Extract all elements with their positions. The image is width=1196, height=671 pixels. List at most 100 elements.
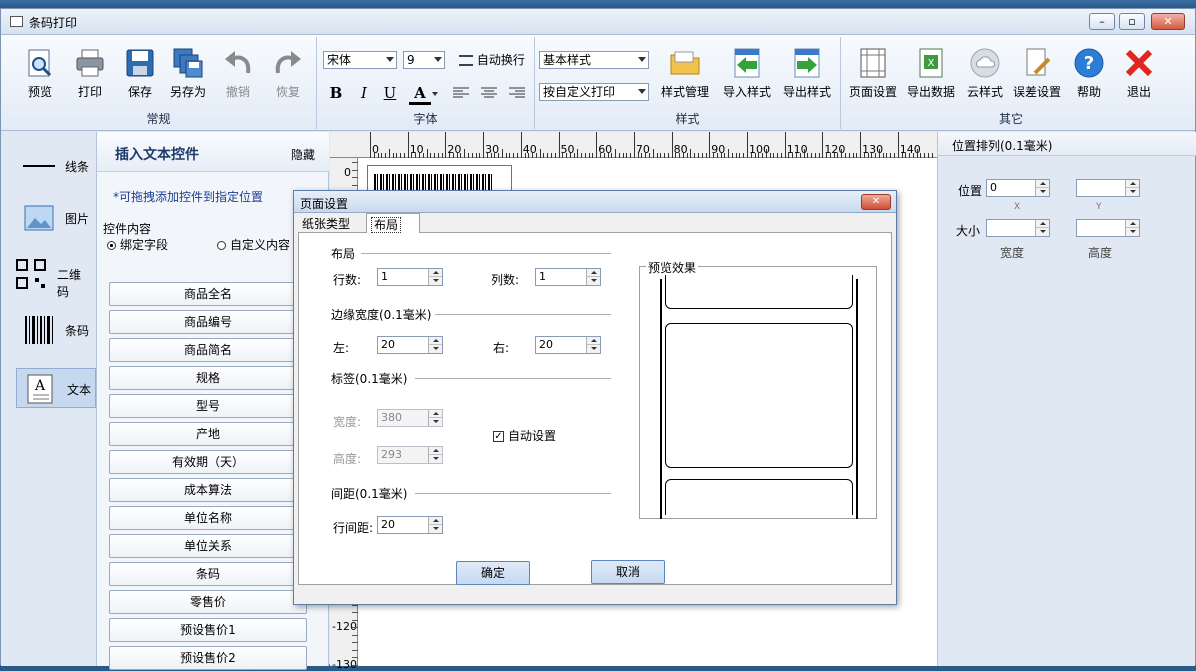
spin-up-icon[interactable] (428, 447, 442, 455)
label-height-label: 高度: (333, 452, 362, 466)
spin-up-icon[interactable] (1125, 220, 1139, 228)
close-window-button[interactable]: ✕ (1151, 13, 1185, 30)
ruler-tick (875, 153, 877, 158)
save-as-button[interactable]: 另存为 (165, 47, 211, 100)
font-size-select[interactable]: 9 (403, 51, 445, 69)
spin-up-icon[interactable] (1035, 220, 1049, 228)
error-setup-button[interactable]: 误差设置 (1009, 47, 1065, 100)
spin-down-icon[interactable] (586, 345, 600, 353)
ruler-tick (894, 153, 896, 158)
undo-button[interactable]: 撤销 (215, 47, 261, 100)
export-data-button[interactable]: X 导出数据 (905, 47, 957, 100)
field-button[interactable]: 单位关系 (109, 534, 307, 558)
spin-up-icon[interactable] (428, 269, 442, 277)
field-button[interactable]: 有效期（天） (109, 450, 307, 474)
field-button[interactable]: 规格 (109, 366, 307, 390)
print-mode-select[interactable]: 按自定义打印 (539, 83, 649, 101)
align-left-icon[interactable] (453, 87, 469, 102)
spin-up-icon[interactable] (1035, 180, 1049, 188)
cloud-style-button[interactable]: 云样式 (963, 47, 1007, 100)
spin-down-icon[interactable] (1035, 188, 1049, 196)
spin-down-icon[interactable] (1125, 228, 1139, 236)
right-margin-spinner[interactable]: 20 (535, 336, 601, 354)
import-style-button[interactable]: 导入样式 (717, 47, 777, 100)
y-spinner[interactable] (1076, 179, 1140, 197)
italic-button[interactable]: I (353, 83, 375, 103)
height-spinner[interactable] (1076, 219, 1140, 237)
tool-barcode[interactable]: 条码 (15, 310, 95, 350)
row-spacing-spinner[interactable]: 20 (377, 516, 443, 534)
label-height-spinner[interactable]: 293 (377, 446, 443, 464)
ruler-tick (912, 153, 914, 158)
spin-up-icon[interactable] (428, 410, 442, 418)
print-button[interactable]: 打印 (67, 47, 113, 100)
tool-image[interactable]: 图片 (15, 198, 95, 238)
spin-up-icon[interactable] (586, 269, 600, 277)
maximize-button[interactable]: ▫ (1119, 13, 1145, 30)
spin-down-icon[interactable] (1125, 188, 1139, 196)
cols-spinner[interactable]: 1 (535, 268, 601, 286)
preview-button[interactable]: 预览 (17, 47, 63, 100)
spin-up-icon[interactable] (1125, 180, 1139, 188)
export-style-button[interactable]: 导出样式 (777, 47, 837, 100)
auto-wrap-button[interactable]: 自动换行 (459, 51, 525, 68)
underline-button[interactable]: U (379, 83, 401, 103)
tool-qrcode[interactable]: 二维码 (7, 254, 87, 299)
left-margin-spinner[interactable]: 20 (377, 336, 443, 354)
field-button[interactable]: 单位名称 (109, 506, 307, 530)
field-button[interactable]: 产地 (109, 422, 307, 446)
spin-down-icon[interactable] (428, 345, 442, 353)
ruler-tick (656, 153, 658, 158)
width-spinner[interactable] (986, 219, 1050, 237)
redo-button[interactable]: 恢复 (265, 47, 311, 100)
font-color-button[interactable]: A (409, 83, 431, 105)
spin-down-icon[interactable] (428, 418, 442, 426)
font-family-select[interactable]: 宋体 (323, 51, 397, 69)
ruler-tick (599, 153, 601, 158)
dialog-close-button[interactable]: ✕ (861, 194, 891, 210)
field-button[interactable]: 零售价 (109, 590, 307, 614)
align-right-icon[interactable] (509, 87, 525, 102)
tab-layout[interactable]: 布局 (366, 213, 420, 234)
label-width-spinner[interactable]: 380 (377, 409, 443, 427)
field-button[interactable]: 预设售价1 (109, 618, 307, 642)
tab-paper-type[interactable]: 纸张类型 (302, 215, 350, 232)
style-manage-button[interactable]: 样式管理 (655, 47, 715, 100)
radio-bind-field[interactable]: 绑定字段 (107, 236, 168, 253)
ruler-tick (773, 153, 775, 158)
radio-custom-content[interactable]: 自定义内容 (217, 236, 290, 253)
align-center-icon[interactable] (481, 87, 497, 102)
spin-down-icon[interactable] (428, 455, 442, 463)
ruler-tick (777, 153, 779, 158)
ok-button[interactable]: 确定 (456, 561, 530, 585)
help-button[interactable]: ? 帮助 (1067, 47, 1111, 100)
style-select[interactable]: 基本样式 (539, 51, 649, 69)
rows-spinner[interactable]: 1 (377, 268, 443, 286)
page-setup-button[interactable]: 页面设置 (847, 47, 899, 100)
field-button[interactable]: 预设售价2 (109, 646, 307, 670)
tool-text[interactable]: A 文本 (16, 368, 96, 408)
field-button[interactable]: 型号 (109, 394, 307, 418)
spin-up-icon[interactable] (428, 517, 442, 525)
field-button[interactable]: 条码 (109, 562, 307, 586)
field-button[interactable]: 成本算法 (109, 478, 307, 502)
position-panel-title: 位置排列(0.1毫米) (952, 139, 1053, 153)
field-button[interactable]: 商品简名 (109, 338, 307, 362)
field-button[interactable]: 商品全名 (109, 282, 307, 306)
exit-button[interactable]: 退出 (1117, 47, 1161, 100)
x-spinner[interactable]: 0 (986, 179, 1050, 197)
field-button[interactable]: 商品编号 (109, 310, 307, 334)
save-button[interactable]: 保存 (117, 47, 163, 100)
spin-up-icon[interactable] (428, 337, 442, 345)
spin-down-icon[interactable] (428, 525, 442, 533)
spin-down-icon[interactable] (428, 277, 442, 285)
tool-line[interactable]: 线条 (15, 146, 95, 186)
cancel-button[interactable]: 取消 (591, 560, 665, 584)
hide-panel-button[interactable]: 隐藏 (291, 146, 315, 163)
spin-down-icon[interactable] (1035, 228, 1049, 236)
spin-up-icon[interactable] (586, 337, 600, 345)
bold-button[interactable]: B (325, 83, 347, 103)
minimize-button[interactable]: – (1089, 13, 1115, 30)
auto-setting-checkbox[interactable]: ✓ 自动设置 (493, 427, 556, 444)
spin-down-icon[interactable] (586, 277, 600, 285)
